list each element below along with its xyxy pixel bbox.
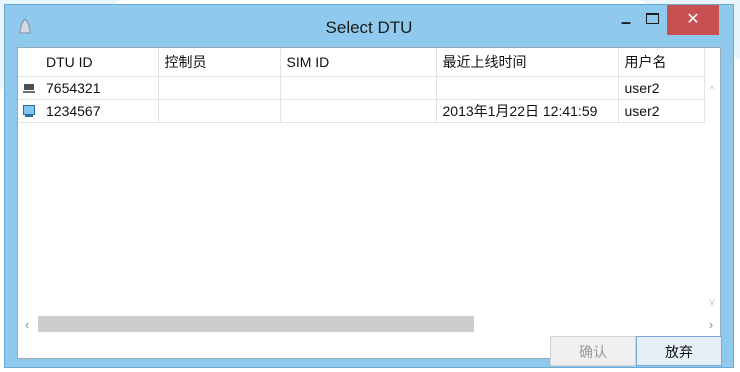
scroll-up-icon[interactable]: ^: [707, 86, 717, 96]
cell-dtu-id: 7654321: [40, 76, 159, 100]
dtu-list[interactable]: DTU ID 控制员 SIM ID 最近上线时间 用户名 7654321 use…: [18, 48, 720, 315]
horizontal-scroll-thumb[interactable]: [38, 316, 474, 332]
cell-controller: [158, 99, 281, 123]
maximize-icon: [646, 13, 659, 24]
dialog-window: Select DTU – ✕ DTU ID 控制员 SIM ID 最近上线时间 …: [4, 4, 734, 368]
title-bar[interactable]: Select DTU – ✕: [5, 5, 733, 47]
header-sim-id[interactable]: SIM ID: [280, 48, 437, 77]
dtu-table: DTU ID 控制员 SIM ID 最近上线时间 用户名 7654321 use…: [18, 48, 705, 123]
maximize-button[interactable]: [639, 9, 665, 35]
cell-sim-id: [280, 76, 437, 100]
cell-sim-id: [280, 99, 437, 123]
cell-controller: [158, 76, 281, 100]
header-dtu-id[interactable]: DTU ID: [40, 48, 159, 77]
vertical-scrollbar[interactable]: ^ v: [704, 78, 720, 314]
client-area: DTU ID 控制员 SIM ID 最近上线时间 用户名 7654321 use…: [17, 47, 722, 366]
header-username[interactable]: 用户名: [618, 48, 705, 77]
row-icon-cell: [18, 76, 40, 100]
scroll-left-icon[interactable]: ‹: [20, 318, 34, 332]
cell-last-online: [436, 76, 619, 100]
confirm-button[interactable]: 确认: [550, 336, 636, 366]
cell-last-online: 2013年1月22日 12:41:59: [436, 99, 619, 123]
table-row[interactable]: 1234567 2013年1月22日 12:41:59 user2: [18, 99, 705, 123]
header-controller[interactable]: 控制员: [158, 48, 281, 77]
horizontal-scrollbar[interactable]: ‹ ›: [18, 314, 720, 334]
cancel-button[interactable]: 放弃: [636, 336, 722, 366]
close-button[interactable]: ✕: [667, 5, 719, 35]
cell-dtu-id: 1234567: [40, 99, 159, 123]
button-bar: 确认 放弃: [18, 335, 722, 366]
dtu-online-icon: [23, 105, 35, 117]
cell-username: user2: [618, 76, 705, 100]
header-row: DTU ID 控制员 SIM ID 最近上线时间 用户名: [18, 48, 705, 77]
row-icon-cell: [18, 99, 40, 123]
table-row[interactable]: 7654321 user2: [18, 76, 705, 100]
dtu-offline-icon: [23, 84, 35, 93]
header-last-online[interactable]: 最近上线时间: [436, 48, 619, 77]
scroll-right-icon[interactable]: ›: [704, 318, 718, 332]
minimize-button[interactable]: –: [613, 9, 639, 35]
scroll-down-icon[interactable]: v: [707, 298, 717, 308]
cell-username: user2: [618, 99, 705, 123]
header-icon-col: [18, 48, 40, 77]
